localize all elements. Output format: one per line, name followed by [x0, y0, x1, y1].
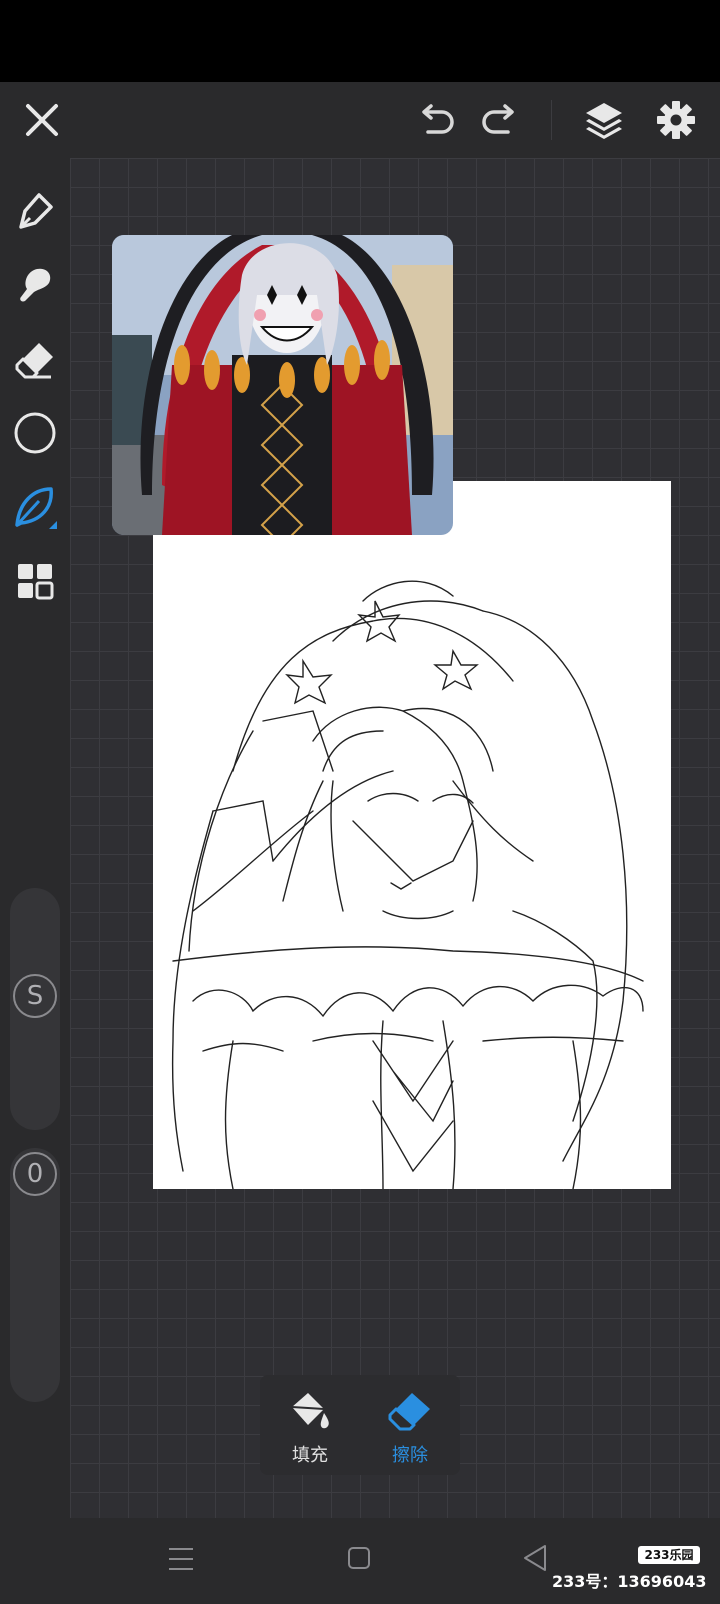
erase-option[interactable]: 擦除 — [360, 1375, 460, 1475]
eraser-icon — [15, 343, 53, 379]
layers-button[interactable] — [578, 94, 630, 146]
sketch-drawing — [171, 580, 644, 1190]
erase-label: 擦除 — [392, 1445, 428, 1466]
brush-opacity-knob[interactable]: 0 — [13, 1152, 57, 1196]
reference-image[interactable] — [112, 235, 453, 535]
pen-icon — [19, 193, 53, 229]
shape-tool[interactable] — [10, 408, 60, 458]
watermark-logo: 233乐园 — [638, 1546, 700, 1564]
brush-opacity-slider[interactable]: 0 — [10, 1148, 60, 1402]
fill-option[interactable]: 填充 — [260, 1375, 360, 1475]
eraser-tool[interactable] — [10, 334, 60, 384]
toolbar-divider — [551, 100, 552, 140]
redo-button[interactable] — [476, 96, 524, 144]
tool-sidebar: S 0 — [0, 158, 70, 1518]
gear-icon — [657, 101, 695, 139]
smudge-icon — [20, 268, 51, 302]
close-icon — [26, 104, 58, 136]
menu-icon[interactable] — [168, 1546, 194, 1572]
top-toolbar — [0, 82, 720, 158]
brush-opacity-label: 0 — [26, 1159, 44, 1189]
smudge-tool[interactable] — [10, 260, 60, 310]
redo-icon — [482, 104, 514, 134]
fill-mode-popup: 填充 擦除 — [260, 1375, 460, 1475]
undo-icon — [422, 104, 454, 134]
eraser-icon — [388, 1393, 430, 1431]
grid-icon — [18, 564, 54, 600]
home-icon[interactable] — [347, 1546, 371, 1570]
watermark-id: 233号：13696043 — [552, 1572, 707, 1591]
status-bar — [0, 0, 720, 82]
brush-size-label: S — [26, 981, 44, 1011]
leaf-icon — [15, 487, 57, 529]
settings-button[interactable] — [650, 94, 702, 146]
drawing-paper[interactable] — [153, 481, 671, 1190]
close-button[interactable] — [18, 96, 66, 144]
brush-size-slider[interactable]: S — [10, 888, 60, 1130]
circle-icon — [14, 412, 56, 454]
grid-tool[interactable] — [10, 556, 60, 606]
paint-bucket-icon — [291, 1393, 329, 1429]
jester-reference-picture — [112, 235, 453, 535]
brush-tool[interactable] — [10, 482, 60, 532]
brush-size-knob[interactable]: S — [13, 974, 57, 1018]
pen-tool[interactable] — [10, 186, 60, 236]
fill-label: 填充 — [292, 1445, 328, 1466]
undo-button[interactable] — [412, 96, 460, 144]
back-icon[interactable] — [522, 1544, 548, 1572]
layers-icon — [586, 103, 622, 139]
